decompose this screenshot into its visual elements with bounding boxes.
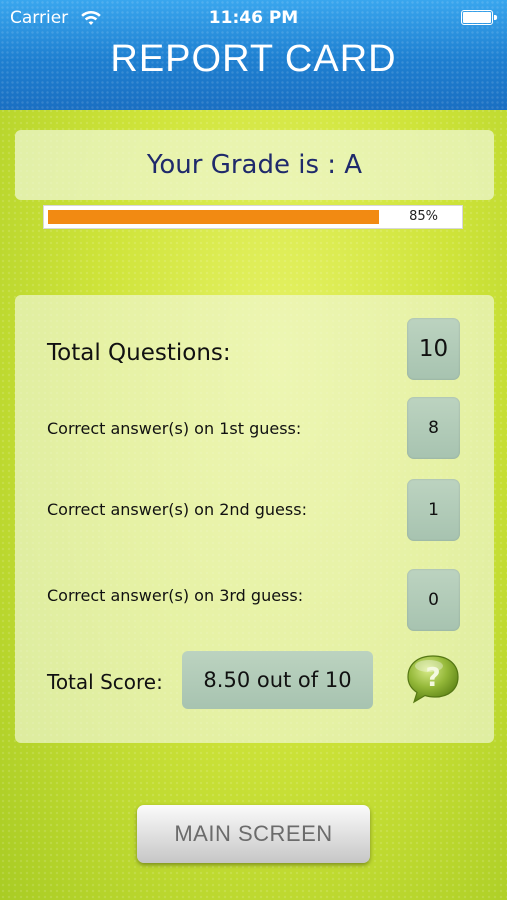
total-questions-value: 10 bbox=[407, 318, 460, 380]
first-guess-value: 8 bbox=[407, 397, 460, 459]
svg-text:?: ? bbox=[425, 663, 440, 693]
progress-fill bbox=[48, 210, 379, 224]
stats-panel: Total Questions: 10 Correct answer(s) on… bbox=[15, 295, 494, 743]
total-score-label: Total Score: bbox=[47, 670, 163, 694]
clock: 11:46 PM bbox=[208, 8, 299, 28]
progress-label: 85% bbox=[409, 209, 438, 224]
second-guess-label: Correct answer(s) on 2nd guess: bbox=[47, 500, 307, 519]
second-guess-value: 1 bbox=[407, 479, 460, 541]
status-bar: Carrier 11:46 PM bbox=[0, 8, 507, 30]
third-guess-value: 0 bbox=[407, 569, 460, 631]
grade-panel: Your Grade is : A bbox=[15, 130, 494, 200]
header: Carrier 11:46 PM REPORT CARD bbox=[0, 0, 507, 110]
help-bubble-icon[interactable]: ? bbox=[405, 653, 461, 705]
battery-icon bbox=[461, 10, 497, 25]
page-title: REPORT CARD bbox=[110, 38, 397, 80]
grade-progress-bar: 85% bbox=[43, 205, 463, 229]
total-score-value: 8.50 out of 10 bbox=[182, 651, 373, 709]
total-questions-label: Total Questions: bbox=[47, 340, 231, 366]
main-screen-button[interactable]: MAIN SCREEN bbox=[137, 805, 370, 863]
grade-text: Your Grade is : A bbox=[146, 150, 363, 180]
first-guess-label: Correct answer(s) on 1st guess: bbox=[47, 419, 302, 438]
third-guess-label: Correct answer(s) on 3rd guess: bbox=[47, 586, 304, 605]
